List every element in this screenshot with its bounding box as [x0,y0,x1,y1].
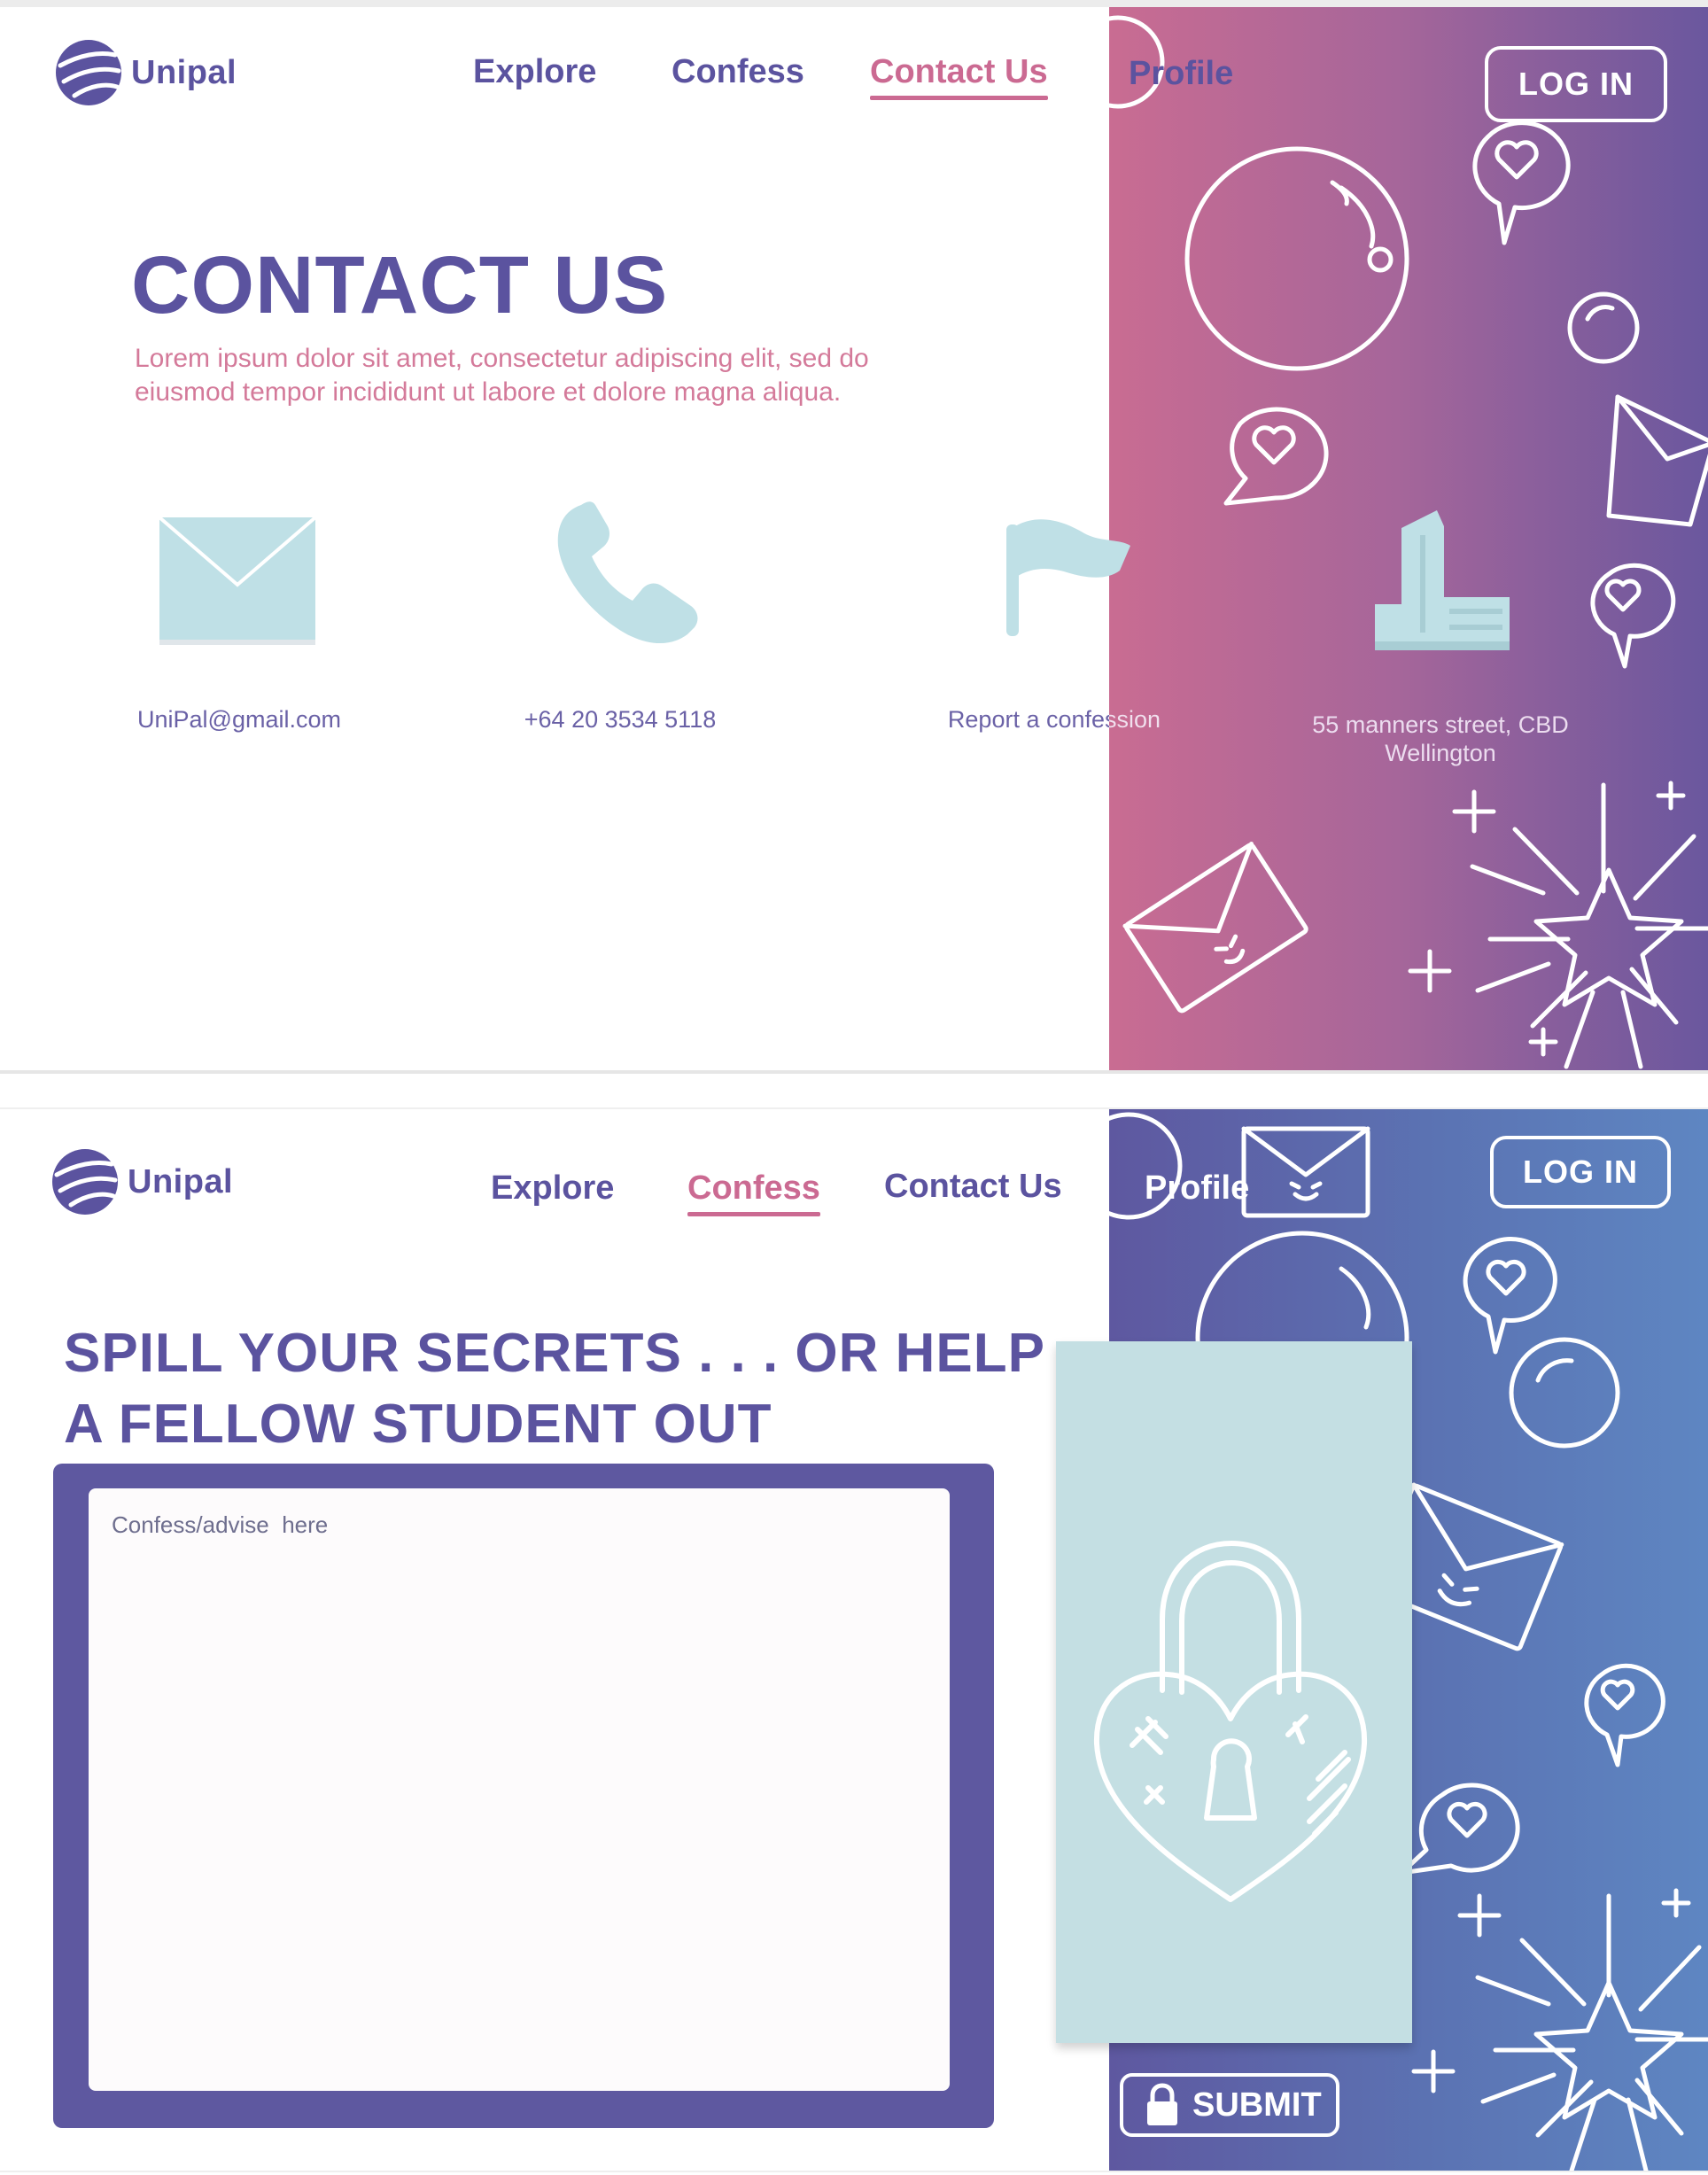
sparkle-star-icon [1408,781,1708,1069]
heart-padlock-icon [1093,1541,1368,1902]
envelope-icon [1122,842,1308,1014]
address-line-1: 55 manners street, CBD [1312,711,1569,738]
heart-speech-bubble-icon [1399,1783,1520,1876]
contact-page-mockup: Unipal Explore Confess Contact Us Profil… [0,7,1708,1070]
heart-speech-bubble-icon [1463,1237,1557,1355]
contact-email[interactable]: UniPal@gmail.com [115,705,363,734]
lock-illustration-card [1056,1341,1412,2043]
nav-profile[interactable]: Profile [1129,55,1233,93]
intro-line-1: Lorem ipsum dolor sit amet, consectetur … [135,344,869,373]
nav-profile[interactable]: Profile [1145,1169,1249,1208]
confess-heading: SPILL YOUR SECRETS . . . OR HELP A FELLO… [64,1318,1056,1460]
globe-logo-icon [56,40,121,105]
envelope-icon [158,516,317,645]
top-border [0,0,1708,7]
confess-heading-line-1: SPILL YOUR SECRETS . . . OR HELP [64,1323,1046,1384]
nav-explore[interactable]: Explore [491,1169,614,1208]
address-line-2: Wellington [1385,740,1496,766]
padlock-icon [1147,2083,1177,2125]
bubble-icon [1184,146,1409,371]
sparkle-star-icon [1411,1888,1708,2171]
heart-speech-bubble-icon [1223,407,1329,506]
bubble-icon [1509,1337,1620,1449]
flag-icon [1006,519,1130,636]
envelope-icon [1606,394,1708,527]
report-confession-link[interactable]: Report a confession [921,705,1187,734]
globe-logo-icon [52,1149,118,1215]
unipal-logo[interactable]: Unipal [53,39,237,106]
brand-name: Unipal [131,53,237,91]
nav-contact-us[interactable]: Contact Us [870,53,1048,100]
unipal-logo[interactable]: Unipal [50,1148,233,1216]
login-button[interactable]: LOG IN [1490,1136,1671,1208]
heart-speech-bubble-icon [1584,1663,1665,1767]
section-divider [0,1070,1708,1074]
contact-address: 55 manners street, CBD Wellington [1263,711,1618,767]
building-icon [1375,510,1510,650]
brand-name: Unipal [128,1162,234,1200]
nav-explore[interactable]: Explore [473,53,596,91]
nav-confess[interactable]: Confess [687,1169,820,1216]
intro-line-2: eiusmod tempor incididunt ut labore et d… [135,377,842,407]
confess-heading-line-2: A FELLOW STUDENT OUT [64,1394,772,1455]
heart-speech-bubble-icon [1472,120,1571,245]
intro-text: Lorem ipsum dolor sit amet, consectetur … [135,342,1021,409]
heart-speech-bubble-icon [1590,563,1676,669]
submit-button[interactable]: SUBMIT [1120,2073,1339,2137]
contact-phone[interactable]: +64 20 3534 5118 [496,705,744,734]
envelope-icon [1241,1126,1370,1218]
phone-icon [557,501,698,644]
nav-confess[interactable]: Confess [672,53,804,91]
submit-label: SUBMIT [1192,2086,1322,2124]
confession-textarea[interactable] [89,1488,950,2091]
page-title: CONTACT US [131,240,669,330]
nav-contact-us[interactable]: Contact Us [884,1168,1062,1206]
login-button[interactable]: LOG IN [1485,46,1667,122]
bubble-icon [1567,291,1640,364]
